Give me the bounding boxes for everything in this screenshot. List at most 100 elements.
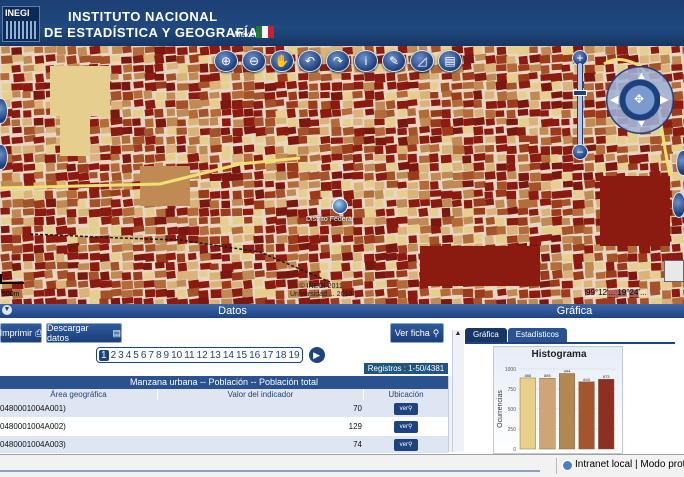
table-body: 0480001004A001) 70 ver ⚲ 0480001004A002) 129 v… — [0, 400, 448, 454]
column-header-area[interactable]: Área geográfica — [0, 389, 158, 400]
zoom-track[interactable] — [577, 62, 583, 148]
view-record-label: Ver ficha — [394, 328, 430, 338]
zoom-thumb[interactable] — [573, 90, 587, 96]
app-header: INEGI INSTITUTO NACIONAL DE ESTADÍSTICA … — [0, 0, 684, 46]
overview-map-toggle[interactable] — [664, 260, 684, 282]
cell-area: 0480001004A001) — [0, 404, 66, 413]
page-link-12[interactable]: 12 — [197, 350, 208, 361]
location-marker-icon[interactable] — [332, 198, 348, 214]
zoom-out-button[interactable]: ⊖ — [242, 50, 266, 72]
download-data-button[interactable]: Descargar datos ▤ — [46, 323, 122, 343]
page-link-9[interactable]: 9 — [164, 350, 170, 361]
next-view-button[interactable]: ↷ — [326, 50, 350, 72]
pan-center-icon[interactable]: ✥ — [634, 92, 644, 106]
page-link-7[interactable]: 7 — [148, 350, 154, 361]
progress-line — [0, 470, 540, 472]
view-record-button[interactable]: Ver ficha ⚲ — [390, 323, 444, 343]
page-link-4[interactable]: 4 — [126, 350, 132, 361]
table-row[interactable]: 0480001004A003) 74 ver ⚲ — [0, 436, 448, 454]
pan-left-icon[interactable]: ◀ — [610, 93, 618, 106]
grafica-scrollbar[interactable]: ▲ — [452, 330, 464, 452]
zoom-out-icon: ⊖ — [248, 54, 260, 68]
security-zone-text[interactable]: Intranet local | Modo proteg — [575, 459, 684, 470]
pagination: 1 2 3 4 5 6 7 8 9 10 11 12 13 14 15 16 17 18 19 ▶ — [96, 346, 325, 364]
institute-title-line2: DE ESTADÍSTICA Y GEOGRAFÍA — [44, 25, 259, 40]
page-link-10[interactable]: 10 — [171, 350, 182, 361]
previous-view-icon: ↶ — [304, 54, 316, 68]
print-button[interactable]: Imprimir ⎙ — [0, 323, 42, 343]
print-label: Imprimir — [0, 328, 33, 338]
histogram-svg: Ocurrencias 0 250 500 750 1000 888 885 944 840 873 — [497, 367, 616, 453]
browser-status-bar: Intranet local | Modo proteg — [0, 454, 684, 477]
page-link-8[interactable]: 8 — [156, 350, 162, 361]
right-expand-tab[interactable] — [676, 150, 684, 176]
histogram-chart: Histograma Ocurrencias 0 250 500 750 1000 888 8… — [493, 346, 623, 454]
pan-control[interactable]: ▲ ▼ ◀ ▶ ✥ — [606, 66, 674, 134]
marker-label: Distrito Federal — [306, 216, 354, 223]
page-link-5[interactable]: 5 — [133, 350, 139, 361]
tab-estadisticos[interactable]: Estadísticos — [507, 328, 567, 342]
print-map-icon: ▤ — [444, 54, 456, 68]
page-link-1[interactable]: 1 — [99, 349, 109, 361]
page-link-15[interactable]: 15 — [236, 350, 247, 361]
pin-icon: ✎ — [388, 54, 400, 68]
histogram-bar[interactable] — [539, 378, 556, 450]
printer-icon: ⎙ — [35, 327, 43, 338]
cell-area: 0480001004A003) — [0, 440, 66, 449]
mexico-flag-icon — [256, 26, 274, 38]
cell-area: 0480001004A002) — [0, 422, 66, 431]
intranet-zone-icon — [562, 460, 573, 471]
measure-button[interactable]: ◿ — [410, 50, 434, 72]
locate-button[interactable]: ver ⚲ — [394, 402, 418, 415]
cell-location: ver ⚲ — [364, 436, 448, 453]
page-link-19[interactable]: 19 — [288, 350, 299, 361]
locate-label: ver — [399, 423, 408, 430]
pan-hand-button[interactable]: ✋ — [270, 50, 294, 72]
tab-grafica[interactable]: Gráfica — [465, 328, 507, 342]
pan-up-icon[interactable]: ▲ — [636, 70, 647, 82]
histogram-bar[interactable] — [519, 377, 536, 450]
page-link-14[interactable]: 14 — [223, 350, 234, 361]
scroll-up-icon[interactable]: ▲ — [453, 330, 463, 340]
info-button[interactable]: i — [354, 50, 378, 72]
next-page-icon[interactable]: ▶ — [308, 347, 325, 363]
pin-button[interactable]: ✎ — [382, 50, 406, 72]
magnifier-icon: ⚲ — [407, 424, 413, 430]
collapse-icon[interactable]: ▼ — [2, 305, 12, 315]
pan-down-icon[interactable]: ▼ — [636, 118, 647, 130]
previous-view-button[interactable]: ↶ — [298, 50, 322, 72]
page-link-3[interactable]: 3 — [118, 350, 124, 361]
grafica-section-header[interactable]: Gráfica — [465, 304, 684, 318]
y-tick-label: 0 — [513, 447, 516, 453]
histogram-bar[interactable] — [558, 373, 575, 450]
grafica-tabs: Gráfica Estadísticos — [465, 328, 675, 344]
page-link-18[interactable]: 18 — [275, 350, 286, 361]
print-map-button[interactable]: ▤ — [438, 50, 462, 72]
table-row[interactable]: 0480001004A001) 70 ver ⚲ — [0, 400, 448, 418]
histogram-bar[interactable] — [598, 378, 615, 450]
inegi-logo[interactable]: INEGI — [2, 6, 40, 42]
datos-section-header[interactable]: Datos — [0, 304, 465, 318]
page-link-16[interactable]: 16 — [249, 350, 260, 361]
zoom-out-button[interactable]: − — [572, 144, 588, 160]
locate-button[interactable]: ver ⚲ — [394, 438, 418, 451]
page-link-2[interactable]: 2 — [111, 350, 117, 361]
column-header-value[interactable]: Valor del indicador — [158, 389, 364, 400]
page-link-11[interactable]: 11 — [184, 350, 194, 361]
table-row[interactable]: 0480001004A002) 129 ver ⚲ — [0, 418, 448, 436]
page-link-13[interactable]: 13 — [210, 350, 221, 361]
info-icon: i — [364, 54, 368, 68]
pan-right-icon[interactable]: ▶ — [660, 93, 668, 106]
page-link-17[interactable]: 17 — [262, 350, 273, 361]
zoom-in-button[interactable]: ⊕ — [214, 50, 238, 72]
locate-button[interactable]: ver ⚲ — [394, 420, 418, 433]
next-view-icon: ↷ — [332, 54, 344, 68]
pan-hand-icon: ✋ — [274, 54, 290, 68]
zoom-in-icon: ⊕ — [220, 54, 232, 68]
right-expand-tab-2[interactable] — [672, 192, 684, 218]
zoom-slider[interactable]: + − — [572, 50, 588, 160]
page-link-6[interactable]: 6 — [141, 350, 147, 361]
map-copyright: © INEGI 2011 Universidad ... 2010 — [290, 283, 353, 298]
histogram-bar[interactable] — [578, 381, 595, 450]
column-header-location[interactable]: Ubicación — [364, 389, 448, 400]
